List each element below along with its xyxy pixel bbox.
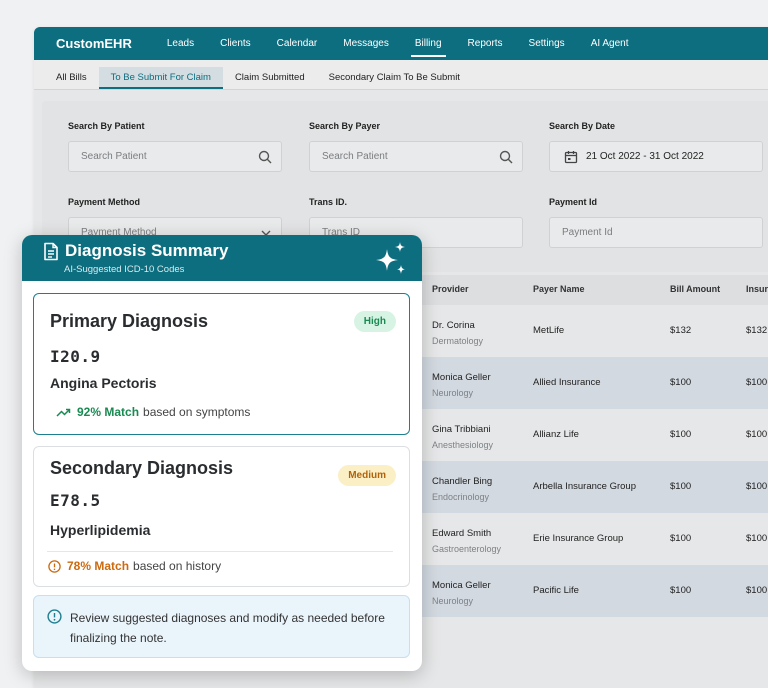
row-specialty: Neurology	[432, 388, 474, 398]
nav-calendar[interactable]: Calendar	[264, 27, 331, 60]
primary-match-percent: 92% Match	[77, 405, 140, 419]
secondary-diagnosis-name: Hyperlipidemia	[50, 522, 151, 538]
nav-billing[interactable]: Billing	[402, 27, 455, 60]
row-provider: Edward Smith	[432, 528, 492, 539]
info-circle-icon	[48, 559, 61, 573]
payment-method-label: Payment Method	[68, 197, 141, 207]
row-insurance: $100	[746, 429, 768, 440]
row-insurance: $100	[746, 377, 768, 388]
row-specialty: Gastroenterology	[432, 544, 502, 554]
tab-to-be-submit[interactable]: To Be Submit For Claim	[98, 67, 223, 89]
row-provider: Monica Geller	[432, 372, 491, 383]
tab-claim-submitted[interactable]: Claim Submitted	[223, 67, 317, 89]
row-amount: $100	[670, 533, 692, 544]
secondary-match-info: 78% Match based on history	[48, 559, 221, 573]
row-provider: Chandler Bing	[432, 476, 493, 487]
secondary-diagnosis-heading: Secondary Diagnosis	[50, 458, 234, 478]
row-payer: Allied Insurance	[533, 377, 601, 388]
row-insurance: $132	[746, 325, 768, 336]
patient-search-placeholder: Search Patient	[81, 151, 147, 162]
secondary-diagnosis-card[interactable]: Secondary Diagnosis Medium E78.5 Hyperli…	[33, 446, 410, 587]
row-specialty: Neurology	[432, 596, 474, 606]
row-insurance: $100	[746, 585, 768, 596]
trending-up-icon	[56, 408, 71, 417]
primary-diagnosis-name: Angina Pectoris	[50, 375, 157, 391]
payer-search-input[interactable]: Search Patient	[309, 141, 523, 172]
row-amount: $132	[670, 325, 692, 336]
document-icon	[44, 242, 58, 260]
date-range-picker[interactable]: 21 Oct 2022 - 31 Oct 2022	[549, 141, 763, 172]
row-amount: $100	[670, 377, 692, 388]
trans-id-label: Trans ID.	[309, 197, 348, 207]
search-icon[interactable]	[499, 150, 513, 167]
primary-diagnosis-heading: Primary Diagnosis	[50, 311, 209, 331]
col-payer-name[interactable]: Payer Name	[533, 284, 585, 294]
ai-sparkle-icon	[376, 242, 405, 274]
search-icon[interactable]	[258, 150, 272, 167]
review-note-text: Review suggested diagnoses and modify as…	[70, 611, 385, 645]
date-search-label: Search By Date	[549, 121, 616, 131]
payer-search-label: Search By Payer	[309, 121, 381, 131]
row-provider: Monica Geller	[432, 580, 491, 591]
col-insurance[interactable]: Insur	[746, 284, 768, 294]
payment-id-label: Payment Id	[549, 197, 598, 207]
col-bill-amount[interactable]: Bill Amount	[670, 284, 720, 294]
payment-id-placeholder: Payment Id	[562, 227, 613, 238]
row-amount: $100	[670, 429, 692, 440]
brand-logo: CustomEHR	[56, 36, 132, 51]
row-amount: $100	[670, 585, 692, 596]
row-payer: Pacific Life	[533, 585, 579, 596]
primary-icd-code: I20.9	[50, 347, 101, 366]
primary-diagnosis-card[interactable]: Primary Diagnosis High I20.9 Angina Pect…	[33, 293, 410, 435]
secondary-match-basis: based on history	[133, 559, 222, 573]
diagnosis-summary-subtitle: AI-Suggested ICD-10 Codes	[64, 264, 185, 275]
billing-subtabs: All Bills To Be Submit For Claim Claim S…	[34, 60, 768, 90]
diagnosis-summary-header: Diagnosis Summary AI-Suggested ICD-10 Co…	[22, 235, 422, 281]
review-note: Review suggested diagnoses and modify as…	[33, 595, 410, 658]
diagnosis-summary-title: Diagnosis Summary	[42, 241, 228, 261]
secondary-icd-code: E78.5	[50, 491, 101, 510]
nav-settings[interactable]: Settings	[516, 27, 578, 60]
row-specialty: Endocrinology	[432, 492, 490, 502]
row-insurance: $100	[746, 481, 768, 492]
row-payer: MetLife	[533, 325, 565, 336]
nav-leads[interactable]: Leads	[154, 27, 207, 60]
patient-search-input[interactable]: Search Patient	[68, 141, 282, 172]
nav-reports[interactable]: Reports	[455, 27, 516, 60]
row-payer: Arbella Insurance Group	[533, 481, 636, 492]
primary-match-info: 92% Match based on symptoms	[56, 405, 250, 419]
row-insurance: $100	[746, 533, 768, 544]
diagnosis-summary-title-text: Diagnosis Summary	[65, 241, 229, 260]
nav-clients[interactable]: Clients	[207, 27, 264, 60]
payment-id-input[interactable]: Payment Id	[549, 217, 763, 248]
confidence-badge-medium: Medium	[338, 465, 396, 486]
date-range-value: 21 Oct 2022 - 31 Oct 2022	[586, 151, 704, 162]
nav-ai-agent[interactable]: AI Agent	[578, 27, 642, 60]
top-navigation: CustomEHR Leads Clients Calendar Message…	[34, 27, 768, 60]
row-specialty: Dermatology	[432, 336, 484, 346]
row-payer: Allianz Life	[533, 429, 579, 440]
card-divider	[47, 551, 393, 552]
row-provider: Dr. Corina	[432, 320, 475, 331]
row-specialty: Anesthesiology	[432, 440, 494, 450]
confidence-badge-high: High	[353, 311, 396, 332]
nav-messages[interactable]: Messages	[330, 27, 402, 60]
tab-all-bills[interactable]: All Bills	[44, 67, 99, 89]
info-circle-icon	[47, 609, 62, 624]
secondary-match-percent: 78% Match	[67, 559, 130, 573]
patient-search-label: Search By Patient	[68, 121, 145, 131]
col-provider[interactable]: Provider	[432, 284, 469, 294]
row-provider: Gina Tribbiani	[432, 424, 491, 435]
primary-match-basis: based on symptoms	[143, 405, 251, 419]
tab-secondary-claim[interactable]: Secondary Claim To Be Submit	[317, 67, 472, 89]
diagnosis-summary-panel: Diagnosis Summary AI-Suggested ICD-10 Co…	[22, 235, 422, 671]
row-payer: Erie Insurance Group	[533, 533, 624, 544]
row-amount: $100	[670, 481, 692, 492]
calendar-icon	[564, 150, 578, 164]
payer-search-placeholder: Search Patient	[322, 151, 388, 162]
